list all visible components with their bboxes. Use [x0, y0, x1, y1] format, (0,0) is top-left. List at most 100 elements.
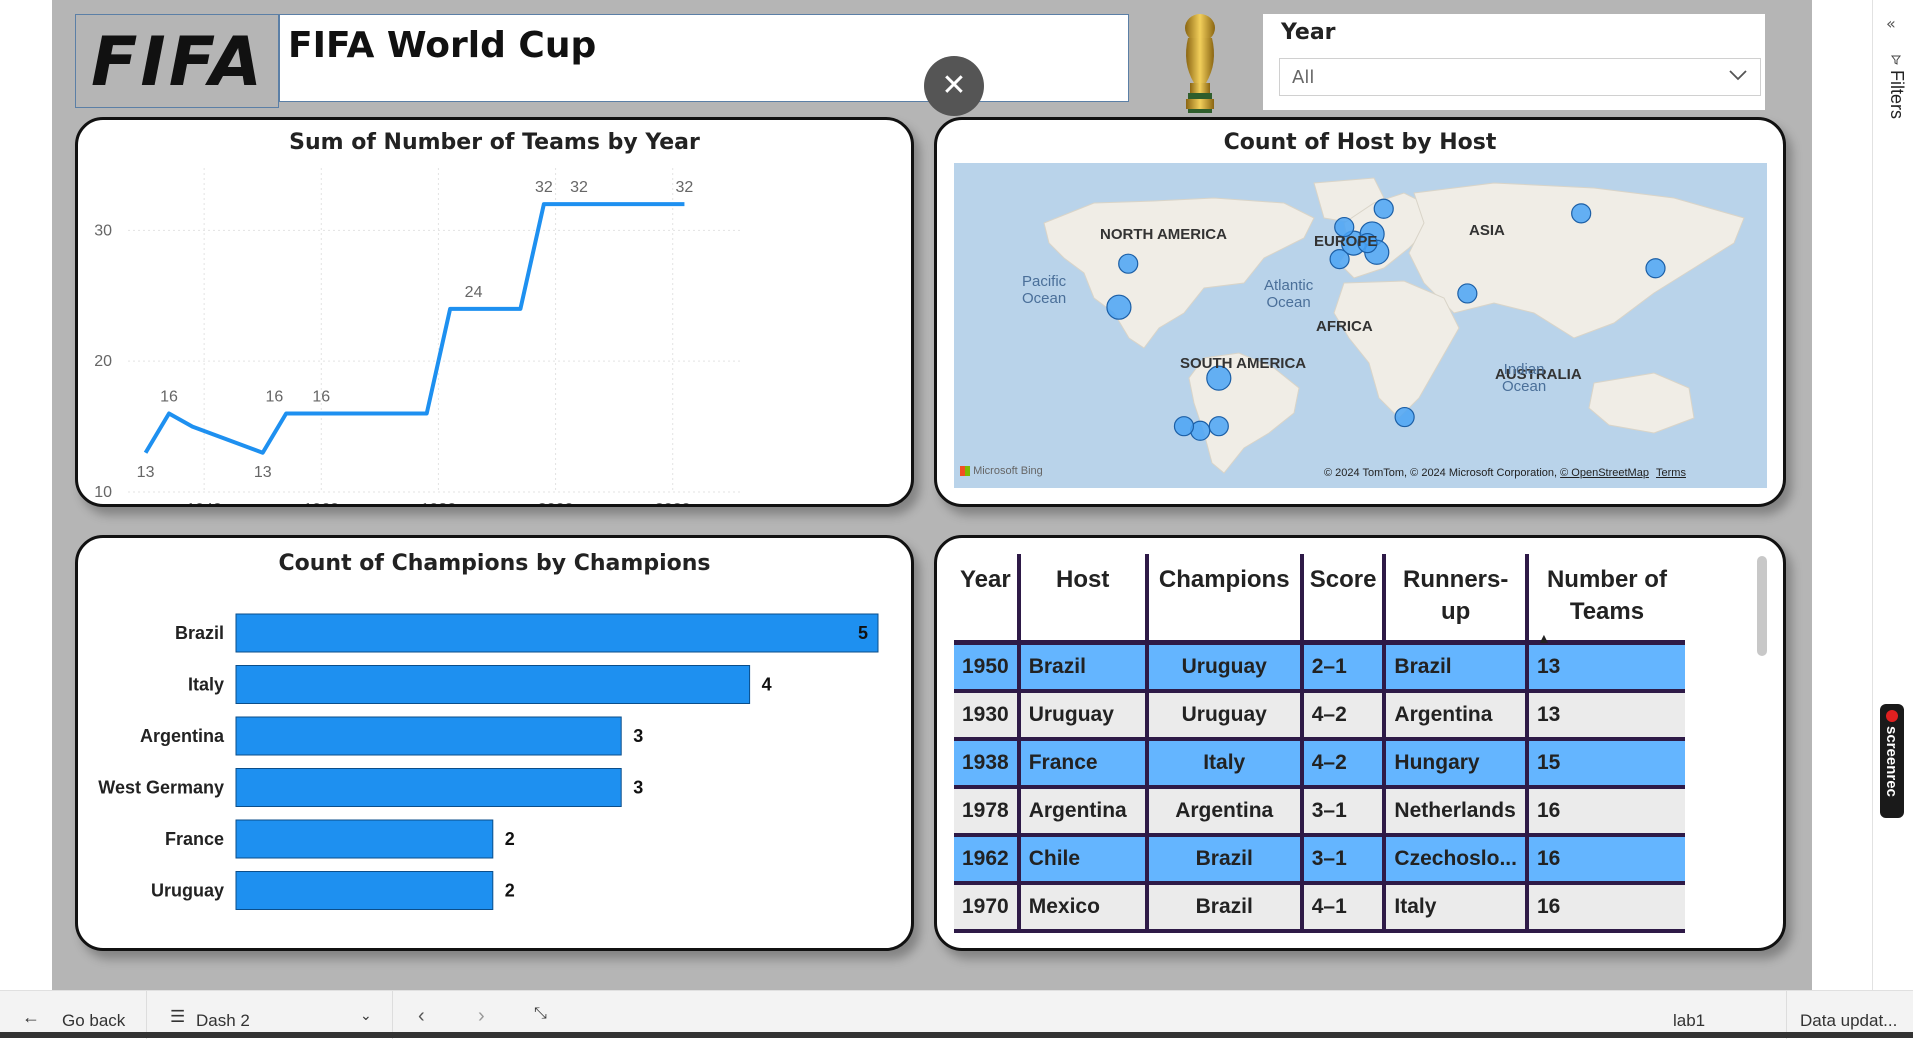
table-cell-champions: Uruguay	[1146, 642, 1304, 693]
fifa-logo: FIFA	[90, 23, 266, 102]
sort-ascending-icon[interactable]: ▲	[1537, 622, 1551, 654]
data-label: 24	[465, 284, 483, 301]
table-cell-teams: 13	[1526, 690, 1685, 741]
table-cell-champions: Uruguay	[1146, 690, 1304, 741]
double-chevron-left-icon[interactable]: «	[1886, 14, 1896, 33]
table-row[interactable]: 1930 Uruguay Uruguay 4–2 Argentina 13	[954, 690, 1685, 741]
year-dropdown-value: All	[1292, 67, 1315, 88]
fit-to-page-icon[interactable]: ⤡	[534, 1005, 547, 1023]
map-label-south-america: SOUTH AMERICA	[1180, 355, 1307, 372]
column-header-number-of-teams[interactable]: Number of Teams ▲	[1526, 554, 1685, 646]
trophy-icon	[1170, 8, 1230, 118]
host-bubble	[1394, 406, 1415, 428]
table-cell-year: 1930	[954, 690, 1021, 741]
title-box: FIFA World Cup	[279, 14, 1129, 102]
table-header-row: Year Host Champions Score Runners- up Nu…	[954, 554, 1685, 646]
map-label-africa: AFRICA	[1316, 318, 1373, 335]
data-label: 32	[535, 179, 553, 196]
year-slicer: Year All	[1263, 14, 1765, 110]
fifa-logo-box: FIFA	[75, 14, 279, 108]
table-row[interactable]: 1938 France Italy 4–2 Hungary 15	[954, 738, 1685, 789]
chevron-down-icon[interactable]	[1726, 63, 1750, 87]
page-selector[interactable]: Dash 2	[196, 1011, 250, 1031]
line-chart: 1940 1960 1980 2000 2020 10 20 30 13 16 13 16 16 24 32…	[94, 168, 743, 504]
column-header-year[interactable]: Year	[954, 554, 1021, 645]
table-cell-year: 1950	[954, 642, 1021, 693]
column-header-number-of-teams-label: Number of Teams	[1546, 566, 1667, 625]
series-line	[143, 202, 685, 455]
value-label: 3	[633, 726, 643, 746]
table-row[interactable]: 1970 Mexico Brazil 4–1 Italy 16	[954, 882, 1685, 933]
data-label: 13	[137, 464, 155, 481]
table-card[interactable]: Year Host Champions Score Runners- up Nu…	[934, 535, 1786, 951]
screenrec-widget[interactable]: screenrec	[1880, 704, 1904, 818]
bar-chart-card[interactable]: Count of Champions by Champions Brazil 5 I…	[75, 535, 914, 951]
table-cell-runners-up: Netherlands	[1384, 786, 1529, 837]
table-cell-host: Chile	[1018, 834, 1149, 885]
table-cell-runners-up: Czechoslo...	[1384, 834, 1529, 885]
terms-link[interactable]: Terms	[1656, 467, 1686, 479]
x-tick-label: 1960	[303, 501, 339, 504]
page-selector-chevron-icon[interactable]: ⌄	[360, 1007, 372, 1024]
table-row[interactable]: 1962 Chile Brazil 3–1 Czechoslo... 16	[954, 834, 1685, 885]
table-cell-champions: Argentina	[1146, 786, 1304, 837]
table-cell-year: 1978	[954, 786, 1021, 837]
table-cell-host: Brazil	[1018, 642, 1149, 693]
bar	[235, 613, 879, 653]
bar	[235, 665, 751, 704]
table-cell-teams: 16	[1526, 882, 1685, 933]
line-chart-card[interactable]: Sum of Number of Teams by Year 194019601…	[75, 117, 914, 507]
y-tick-label: 10	[94, 484, 112, 501]
pages-list-icon[interactable]: ☰	[170, 1007, 185, 1027]
table-cell-host: Argentina	[1018, 786, 1149, 837]
table-cell-score: 2–1	[1301, 642, 1387, 693]
go-back-button[interactable]: Go back	[62, 1011, 125, 1031]
y-tick-label: 20	[94, 353, 112, 370]
bing-credit: Microsoft Bing	[960, 465, 1043, 477]
table-cell-year: 1962	[954, 834, 1021, 885]
data-updated-status[interactable]: Data updat...	[1800, 1011, 1897, 1031]
map-copyright: © 2024 TomTom, © 2024 Microsoft Corporat…	[1324, 467, 1686, 479]
host-bubble	[1457, 283, 1478, 304]
table-cell-score: 3–1	[1301, 786, 1387, 837]
column-header-score[interactable]: Score	[1301, 554, 1387, 645]
workspace-name: lab1	[1673, 1011, 1706, 1030]
x-tick-label: 1940	[186, 501, 222, 504]
table-scrollbar[interactable]	[1757, 556, 1767, 656]
bar	[235, 768, 622, 807]
host-bubble	[1173, 416, 1195, 437]
table-cell-score: 3–1	[1301, 834, 1387, 885]
data-label: 32	[676, 179, 694, 196]
map-card[interactable]: Count of Host by Host NORTH AMERICA EURO…	[934, 117, 1786, 507]
column-header-runners-up[interactable]: Runners- up	[1384, 554, 1529, 645]
table-cell-champions: Brazil	[1146, 882, 1304, 933]
back-arrow-icon[interactable]: ←	[22, 1007, 40, 1028]
next-page-icon[interactable]: ›	[478, 1005, 485, 1028]
table-cell-runners-up: Italy	[1384, 882, 1529, 933]
table-viewport[interactable]: Year Host Champions Score Runners- up Nu…	[954, 554, 1734, 934]
table-cell-champions: Brazil	[1146, 834, 1304, 885]
table-cell-runners-up: Hungary	[1384, 738, 1529, 789]
year-dropdown[interactable]: All	[1279, 58, 1761, 96]
table-cell-year: 1970	[954, 882, 1021, 933]
previous-page-icon[interactable]: ‹	[418, 1005, 425, 1028]
table-cell-teams: 16	[1526, 786, 1685, 837]
world-map[interactable]: NORTH AMERICA EUROPE ASIA AFRICA SOUTH A…	[954, 163, 1767, 488]
table-row[interactable]: 1950 Brazil Uruguay 2–1 Brazil 13	[954, 642, 1685, 693]
host-bubble	[1106, 294, 1132, 320]
filter-icon[interactable]	[1891, 50, 1901, 65]
category-label: France	[165, 829, 224, 849]
column-header-host[interactable]: Host	[1018, 554, 1149, 645]
map-label-atlantic-ocean: Atlantic Ocean	[1264, 277, 1314, 311]
filters-label[interactable]: Filters	[1886, 70, 1907, 119]
column-header-champions[interactable]: Champions	[1146, 554, 1304, 645]
table-cell-champions: Italy	[1146, 738, 1304, 789]
bar	[235, 871, 494, 910]
data-label: 16	[266, 389, 284, 406]
world-cup-table: Year Host Champions Score Runners- up Nu…	[954, 554, 1685, 933]
table-row[interactable]: 1978 Argentina Argentina 3–1 Netherlands 16	[954, 786, 1685, 837]
close-icon[interactable]: ✕	[924, 56, 984, 116]
table-cell-year: 1938	[954, 738, 1021, 789]
openstreetmap-link[interactable]: © OpenStreetMap	[1560, 467, 1649, 479]
table-cell-teams: 16	[1526, 834, 1685, 885]
